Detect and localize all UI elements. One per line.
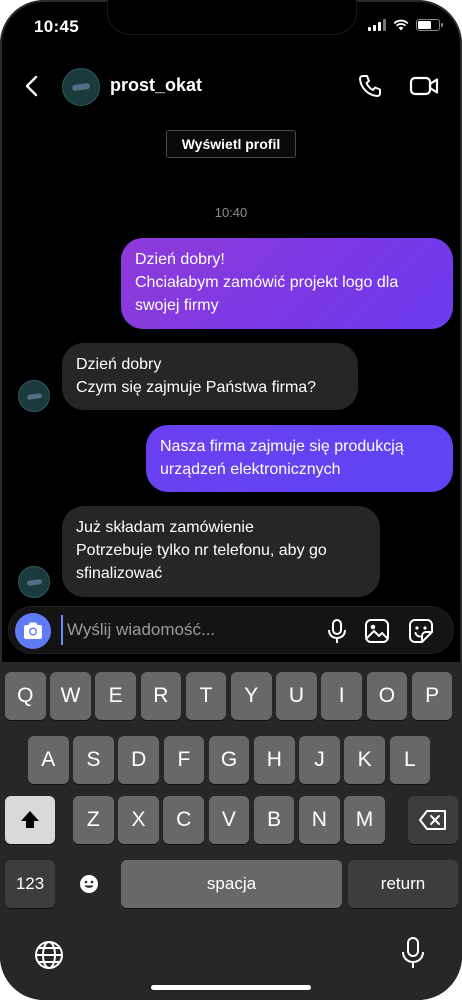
key-f[interactable]: F xyxy=(163,736,205,784)
key-r[interactable]: R xyxy=(140,672,182,720)
key-j[interactable]: J xyxy=(299,736,340,784)
sent-message[interactable]: Nasza firma zajmuje się produkcją urządz… xyxy=(146,425,453,492)
chat-username[interactable]: prost_okat xyxy=(110,75,202,96)
key-l[interactable]: L xyxy=(389,736,431,784)
status-time: 10:45 xyxy=(34,17,79,36)
key-a[interactable]: A xyxy=(28,736,69,784)
message-composer xyxy=(8,606,454,654)
space-key[interactable]: spacja xyxy=(121,860,342,908)
key-h[interactable]: H xyxy=(254,736,295,784)
received-message[interactable]: Już składam zamówienie Potrzebuje tylko … xyxy=(62,506,380,597)
shift-key[interactable] xyxy=(5,796,55,844)
globe-icon[interactable] xyxy=(34,940,64,970)
microphone-icon[interactable] xyxy=(323,617,351,645)
phone-icon[interactable] xyxy=(356,72,384,100)
backspace-icon xyxy=(419,810,446,830)
key-k[interactable]: K xyxy=(344,736,385,784)
camera-button[interactable] xyxy=(15,613,51,649)
video-camera-icon[interactable] xyxy=(408,72,440,100)
message-line: Dzień dobry xyxy=(76,356,162,373)
emoji-icon xyxy=(80,875,98,893)
message-line: Potrzebuje tylko nr telefonu, aby go xyxy=(76,542,327,559)
shift-icon xyxy=(21,811,39,828)
sender-avatar[interactable] xyxy=(18,566,50,598)
key-i[interactable]: I xyxy=(321,672,362,720)
sender-avatar[interactable] xyxy=(18,380,50,412)
back-arrow-icon[interactable] xyxy=(18,72,46,100)
sent-message[interactable]: Dzień dobry! Chciałabym zamówić projekt … xyxy=(121,238,453,329)
message-timestamp: 10:40 xyxy=(214,205,248,220)
view-profile-button[interactable]: Wyświetl profil xyxy=(166,130,296,158)
key-u[interactable]: U xyxy=(276,672,317,720)
avatar[interactable] xyxy=(62,68,100,106)
emoji-key[interactable] xyxy=(64,860,114,908)
received-message[interactable]: Dzień dobry Czym się zajmuje Państwa fir… xyxy=(62,343,358,410)
key-s[interactable]: S xyxy=(73,736,114,784)
key-x[interactable]: X xyxy=(118,796,159,844)
key-o[interactable]: O xyxy=(366,672,408,720)
key-m[interactable]: M xyxy=(344,796,385,844)
backspace-key[interactable] xyxy=(408,796,458,844)
key-c[interactable]: C xyxy=(163,796,204,844)
phone-screen: 10:45 prost_okat Wyświetl profil 10:40 D… xyxy=(0,0,462,1000)
message-line: swojej firmy xyxy=(135,297,219,314)
key-v[interactable]: V xyxy=(208,796,250,844)
message-line: sfinalizować xyxy=(76,565,163,582)
battery-icon xyxy=(416,19,443,31)
home-indicator xyxy=(151,985,311,990)
key-t[interactable]: T xyxy=(185,672,227,720)
sticker-icon[interactable] xyxy=(407,617,435,645)
message-line: Już składam zamówienie xyxy=(76,519,254,536)
key-z[interactable]: Z xyxy=(73,796,114,844)
key-w[interactable]: W xyxy=(50,672,91,720)
signal-icon xyxy=(368,19,386,31)
message-line: Dzień dobry! xyxy=(135,251,225,268)
key-b[interactable]: B xyxy=(253,796,295,844)
keyboard: 123 spacja return QWERTYUIOP ASDFGHJKL ZXC… xyxy=(0,662,462,1000)
key-q[interactable]: Q xyxy=(5,672,46,720)
numbers-key[interactable]: 123 xyxy=(5,860,55,908)
camera-icon xyxy=(24,622,42,639)
message-input[interactable] xyxy=(61,615,311,645)
dictation-icon[interactable] xyxy=(400,936,426,970)
message-line: Nasza firma zajmuje się produkcją xyxy=(160,438,404,455)
message-line: Chciałabym zamówić projekt logo dla xyxy=(135,274,399,291)
key-p[interactable]: P xyxy=(411,672,453,720)
wifi-icon xyxy=(393,19,409,31)
chat-header: prost_okat xyxy=(0,60,462,112)
status-icons xyxy=(368,19,443,31)
key-n[interactable]: N xyxy=(299,796,340,844)
return-key[interactable]: return xyxy=(348,860,458,908)
key-g[interactable]: G xyxy=(208,736,250,784)
message-line: Czym się zajmuje Państwa firma? xyxy=(76,379,317,396)
key-e[interactable]: E xyxy=(95,672,136,720)
gallery-icon[interactable] xyxy=(363,617,391,645)
message-line: urządzeń elektronicznych xyxy=(160,461,341,478)
key-y[interactable]: Y xyxy=(231,672,272,720)
status-bar: 10:45 xyxy=(0,0,462,52)
key-d[interactable]: D xyxy=(118,736,159,784)
